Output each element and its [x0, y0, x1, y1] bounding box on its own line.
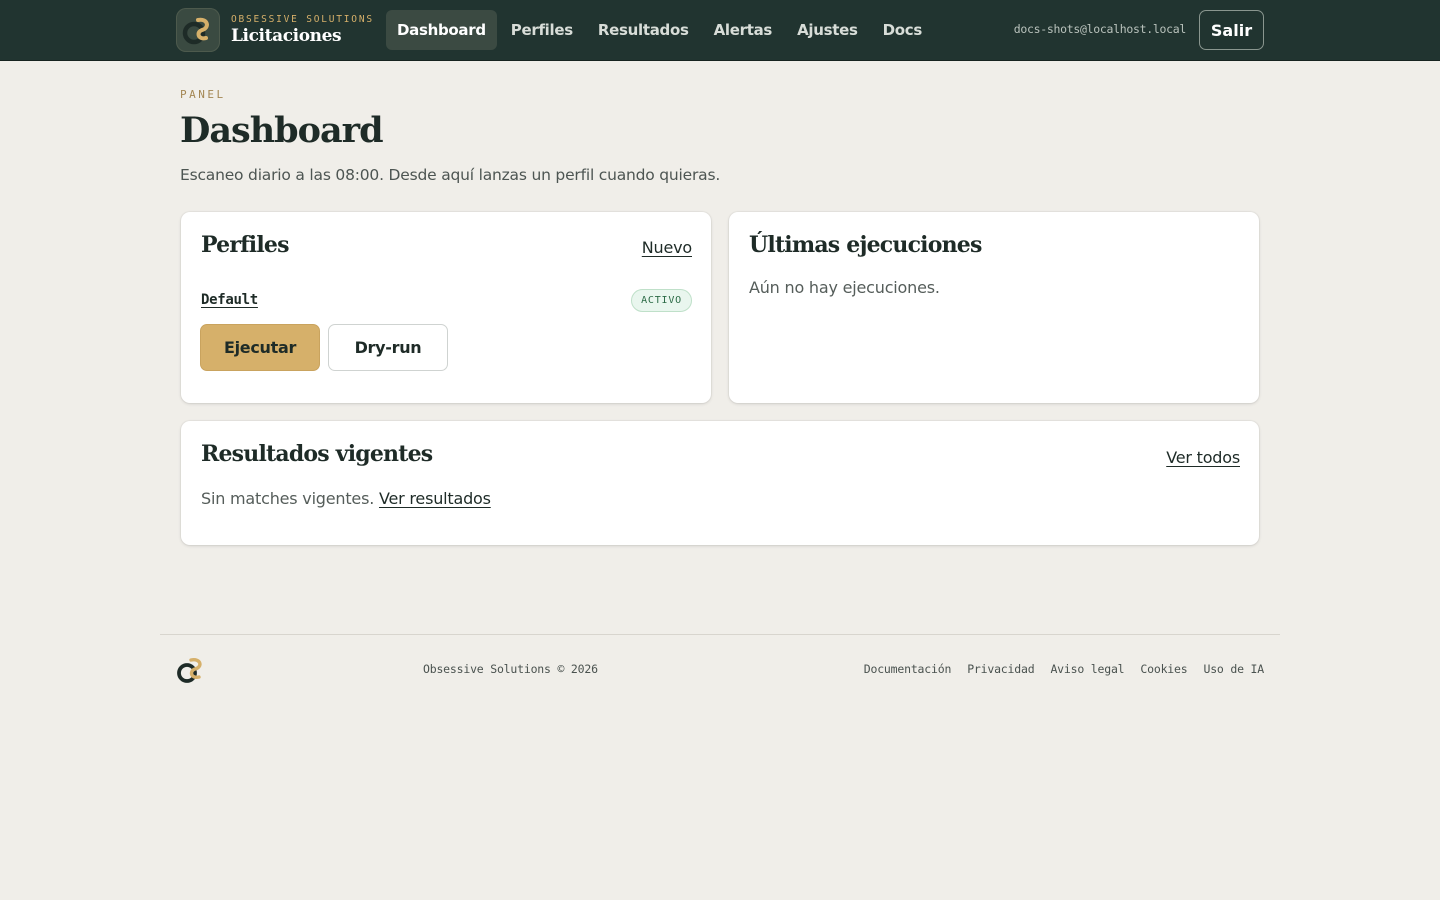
run-profile-button[interactable]: Ejecutar — [200, 324, 320, 371]
main-nav: Dashboard Perfiles Resultados Alertas Aj… — [386, 10, 936, 50]
recent-runs-empty-text: Aún no hay ejecuciones. — [749, 278, 940, 297]
page-subtitle: Escaneo diario a las 08:00. Desde aquí l… — [180, 166, 721, 184]
nav-item-alertas[interactable]: Alertas — [703, 10, 783, 50]
footer-link-privacidad[interactable]: Privacidad — [967, 662, 1034, 676]
page-title: Dashboard — [180, 110, 384, 151]
os-logo-icon — [176, 8, 220, 52]
dry-run-button[interactable]: Dry-run — [328, 324, 448, 371]
page-kicker: PANEL — [180, 88, 226, 101]
footer-links: Documentación Privacidad Aviso legal Coo… — [848, 662, 1264, 676]
nav-item-perfiles[interactable]: Perfiles — [500, 10, 584, 50]
nav-item-resultados[interactable]: Resultados — [587, 10, 700, 50]
footer-copyright: Obsessive Solutions © 2026 — [423, 662, 598, 676]
brand-name: Licitaciones — [231, 26, 342, 47]
nav-item-docs[interactable]: Docs — [872, 10, 933, 50]
top-navigation-bar: OBSESSIVE SOLUTIONS Licitaciones Dashboa… — [0, 0, 1440, 61]
status-badge: ACTIVO — [631, 289, 692, 312]
profile-link-default[interactable]: Default — [201, 292, 258, 308]
current-results-card-title: Resultados vigentes — [201, 441, 433, 467]
profiles-card-title: Perfiles — [201, 232, 290, 258]
profiles-card: Perfiles Nuevo Default ACTIVO Ejecutar D… — [181, 212, 711, 403]
footer-link-cookies[interactable]: Cookies — [1140, 662, 1187, 676]
view-results-link[interactable]: Ver resultados — [379, 489, 491, 508]
footer-divider — [160, 634, 1280, 635]
footer-link-uso-de-ia[interactable]: Uso de IA — [1203, 662, 1264, 676]
footer-link-aviso-legal[interactable]: Aviso legal — [1050, 662, 1124, 676]
logout-button[interactable]: Salir — [1199, 10, 1264, 50]
footer-logo-icon[interactable] — [175, 654, 209, 686]
brand-home-link[interactable]: OBSESSIVE SOLUTIONS Licitaciones — [176, 8, 374, 52]
footer-link-documentacion[interactable]: Documentación — [864, 662, 952, 676]
user-email: docs-shots@localhost.local — [1013, 22, 1187, 36]
current-results-empty-text: Sin matches vigentes. Ver resultados — [201, 489, 491, 508]
new-profile-link[interactable]: Nuevo — [642, 238, 692, 257]
view-all-results-link[interactable]: Ver todos — [1166, 448, 1240, 467]
recent-runs-card: Últimas ejecuciones Aún no hay ejecucion… — [729, 212, 1259, 403]
nav-item-ajustes[interactable]: Ajustes — [786, 10, 869, 50]
no-matches-text: Sin matches vigentes. — [201, 489, 375, 508]
current-results-card: Resultados vigentes Ver todos Sin matche… — [181, 421, 1259, 545]
recent-runs-card-title: Últimas ejecuciones — [749, 232, 982, 258]
nav-item-dashboard[interactable]: Dashboard — [386, 10, 497, 50]
brand-kicker: OBSESSIVE SOLUTIONS — [231, 13, 374, 25]
